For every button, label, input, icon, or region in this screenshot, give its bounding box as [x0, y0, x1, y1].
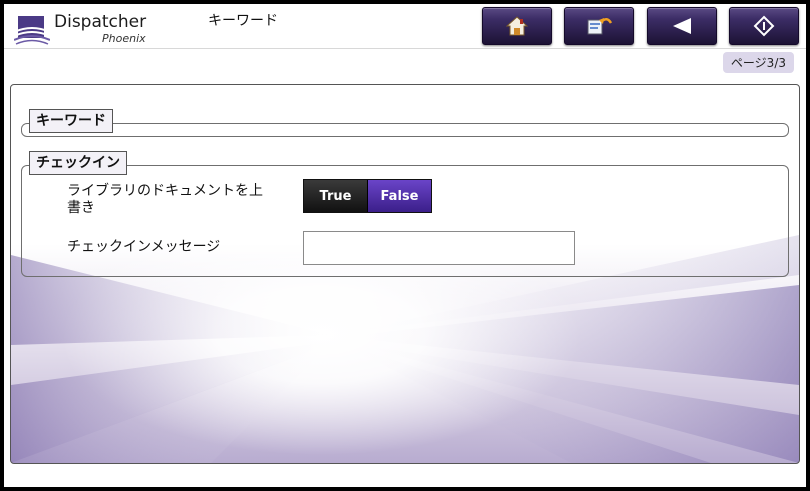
settings-panel: キーワード チェックイン ライブラリのドキュメントを上書き True False… [10, 84, 800, 464]
overwrite-label: ライブラリのドキュメントを上書き [67, 183, 263, 216]
home-button[interactable] [482, 7, 552, 45]
back-arrow-icon [673, 18, 691, 34]
toggle-true-button[interactable]: True [304, 180, 368, 212]
app-name: Dispatcher [54, 12, 147, 32]
app-subtitle: Phoenix [102, 32, 146, 45]
dispatcher-phoenix-logo: Dispatcher Phoenix [14, 12, 164, 48]
toggle-false-button[interactable]: False [368, 180, 431, 212]
home-icon [506, 16, 528, 36]
screen-title: キーワード [208, 13, 278, 29]
checkin-group-label: チェックイン [29, 151, 127, 175]
start-button[interactable] [729, 7, 799, 45]
app-window: Dispatcher Phoenix キーワード ページ3/3 キーワード チェ… [4, 4, 806, 487]
keyword-group-frame [21, 123, 789, 137]
back-button[interactable] [647, 7, 717, 45]
logo-icon [14, 16, 50, 45]
overwrite-toggle[interactable]: True False [303, 179, 432, 213]
checkin-message-input[interactable] [303, 231, 575, 265]
start-icon [753, 15, 775, 37]
page-indicator: ページ3/3 [722, 52, 794, 73]
reset-button[interactable] [564, 7, 634, 45]
reset-icon [587, 18, 613, 35]
checkin-message-label: チェックインメッセージ [67, 239, 221, 255]
header-divider [4, 48, 806, 49]
keyword-group-label: キーワード [29, 109, 113, 133]
